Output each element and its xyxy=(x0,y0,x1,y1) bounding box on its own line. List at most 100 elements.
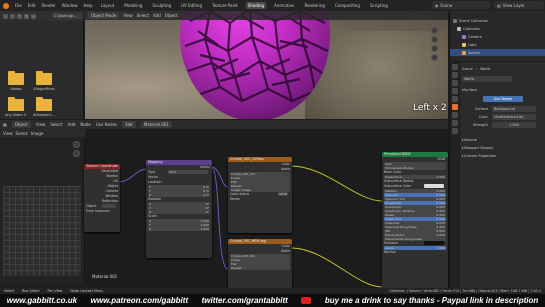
patreon-link[interactable]: www.patreon.com/gabbitt xyxy=(91,296,188,305)
folder-item[interactable]: Atlassian's ... xyxy=(33,97,55,117)
material-tab-icon[interactable] xyxy=(452,128,458,134)
menu-add[interactable]: Add xyxy=(153,13,161,18)
strength-field[interactable]: 1.000 xyxy=(492,121,536,128)
tab-texture-paint[interactable]: Texture Paint xyxy=(210,2,240,9)
menu-view[interactable]: View xyxy=(3,131,13,136)
surface-panel-header[interactable]: ▾ Surface xyxy=(462,86,544,93)
menu-render[interactable]: Render xyxy=(41,3,55,8)
object-field[interactable] xyxy=(102,204,116,208)
socket-label: BSDF xyxy=(437,157,446,161)
forward-icon[interactable]: › xyxy=(10,13,15,19)
use-nodes-button[interactable]: Use Nodes xyxy=(483,95,523,102)
from-instancer-checkbox[interactable]: From Instancer xyxy=(86,209,110,214)
mapping-node[interactable]: Mapping Vector Type Point Vector Location… xyxy=(146,160,212,258)
tab-compositing[interactable]: Compositing xyxy=(333,2,362,9)
path-field[interactable]: C:\Users\gr... xyxy=(52,13,82,19)
tool-tab-icon[interactable] xyxy=(452,64,458,70)
twitter-link[interactable]: twitter.com/grantabbitt xyxy=(202,296,288,305)
type-dropdown[interactable]: Point xyxy=(168,170,208,174)
image-texture-node-color[interactable]: Crystal_001_ClrMap Color Alpha Crystal_0… xyxy=(228,157,292,233)
menu-image[interactable]: Image xyxy=(31,131,44,136)
menu-select[interactable]: Select xyxy=(50,122,62,127)
menu-view[interactable]: View xyxy=(36,122,46,127)
custom-properties-panel-header[interactable]: ▸ Custom Properties xyxy=(462,152,544,159)
menu-select[interactable]: Select xyxy=(16,131,28,136)
object-tab-icon[interactable] xyxy=(452,112,458,118)
new-folder-icon[interactable]: + xyxy=(31,13,36,19)
outliner-row-scene-collection[interactable]: Scene Collection xyxy=(450,17,545,24)
outliner-row-light[interactable]: Light xyxy=(450,41,545,48)
scene-tab-icon[interactable] xyxy=(452,96,458,102)
camera-view-icon[interactable] xyxy=(430,45,438,52)
world-tab-icon[interactable] xyxy=(452,104,458,110)
view-layer-selector[interactable]: ▤ View Layer xyxy=(494,1,544,9)
object-dropdown[interactable]: Object xyxy=(11,121,31,128)
world-datablock-field[interactable]: World xyxy=(462,75,512,82)
zoom-icon[interactable] xyxy=(430,27,438,34)
menu-view[interactable]: View xyxy=(123,13,133,18)
scale-z-field[interactable]: Z 1.000 xyxy=(148,227,210,231)
extension-dropdown[interactable]: Repeat xyxy=(230,266,290,270)
color-field[interactable]: Unreferenced Atl xyxy=(492,113,536,120)
pan-hand-icon[interactable] xyxy=(430,36,438,43)
outliner-row-collection[interactable]: Collection xyxy=(450,25,545,32)
tab-scripting[interactable]: Scripting xyxy=(368,2,390,9)
scene-selector[interactable]: ◈ Scene xyxy=(432,1,490,9)
blender-logo-icon[interactable] xyxy=(3,2,9,9)
outliner-row-sphere[interactable]: Sphere xyxy=(450,49,545,56)
socket-label: Vector xyxy=(230,197,241,201)
tab-modeling[interactable]: Modeling xyxy=(122,2,144,9)
use-nodes-checkbox[interactable]: Use Nodes xyxy=(96,122,117,127)
tab-animation[interactable]: Animation xyxy=(272,2,296,9)
texture-coordinate-node[interactable]: Texture Coordinate Generated Normal UV O… xyxy=(84,164,120,232)
render-tab-icon[interactable] xyxy=(452,72,458,78)
3d-viewport[interactable]: Object Mode View Select Add Object Left … xyxy=(85,11,448,119)
grid-icon[interactable] xyxy=(430,54,438,61)
back-icon[interactable]: ‹ xyxy=(3,13,8,19)
image-texture-node-normal[interactable]: Crystal_001_NRM.jpg Color Alpha Crystal_… xyxy=(228,239,292,288)
crystal-sphere-object[interactable] xyxy=(180,11,330,119)
view-layer-tab-icon[interactable] xyxy=(452,88,458,94)
volume-panel-header[interactable]: ▸ Volume xyxy=(462,136,544,143)
collection-icon xyxy=(453,18,457,23)
uv-grid-preview[interactable] xyxy=(3,186,81,276)
tab-layout[interactable]: Layout xyxy=(99,2,117,9)
subsurface-color-swatch[interactable] xyxy=(424,184,444,188)
surface-shader-field[interactable]: Background xyxy=(492,105,536,112)
principled-bsdf-node[interactable]: Principled BSDF BSDF GGX Christensen-Bur… xyxy=(382,152,448,288)
folder-item[interactable]: AllegroFilms xyxy=(33,71,55,91)
outliner-row-camera[interactable]: Camera xyxy=(450,33,545,40)
menu-edit[interactable]: Edit xyxy=(28,3,36,8)
tab-rendering[interactable]: Rendering xyxy=(302,2,326,9)
material-dropdown[interactable]: Material.001 xyxy=(140,121,172,128)
zoom-icon[interactable] xyxy=(72,141,80,148)
color-space-dropdown[interactable]: sRGB xyxy=(277,192,288,196)
refresh-icon[interactable]: ↻ xyxy=(24,13,29,19)
pan-hand-icon[interactable] xyxy=(72,150,80,157)
use-nodes-row[interactable]: Use Nodes xyxy=(462,95,544,102)
menu-object[interactable]: Object xyxy=(165,13,178,18)
tab-sculpting[interactable]: Sculpting xyxy=(150,2,173,9)
folder-item[interactable]: Any Video C... xyxy=(5,97,27,117)
menu-select[interactable]: Select xyxy=(137,13,149,18)
slot-dropdown[interactable]: Slot xyxy=(122,121,136,128)
viewport-display-panel-header[interactable]: ▸ Viewport Display xyxy=(462,144,544,151)
editor-type-icon[interactable]: ▦ xyxy=(3,122,7,127)
emission-color-swatch[interactable] xyxy=(424,241,444,245)
outliner-label: Collection xyxy=(463,26,481,31)
menu-file[interactable]: File xyxy=(15,3,22,8)
output-tab-icon[interactable] xyxy=(452,80,458,86)
menu-help[interactable]: Help xyxy=(83,3,92,8)
menu-add[interactable]: Add xyxy=(68,122,76,127)
parent-folder-icon[interactable]: ↑ xyxy=(17,13,22,19)
folder-item[interactable]: Adobe xyxy=(5,71,27,91)
instancer-row[interactable]: From Instancer xyxy=(84,209,120,214)
world-selector-row[interactable]: World xyxy=(462,75,544,82)
menu-window[interactable]: Window xyxy=(62,3,78,8)
menu-node[interactable]: Node xyxy=(80,122,90,127)
tab-shading[interactable]: Shading xyxy=(245,2,267,9)
tab-uv-editing[interactable]: UV Editing xyxy=(179,2,204,9)
object-mode-dropdown[interactable]: Object Mode xyxy=(88,12,120,19)
modifier-tab-icon[interactable] xyxy=(452,120,458,126)
website-link[interactable]: www.gabbitt.co.uk xyxy=(7,296,77,305)
